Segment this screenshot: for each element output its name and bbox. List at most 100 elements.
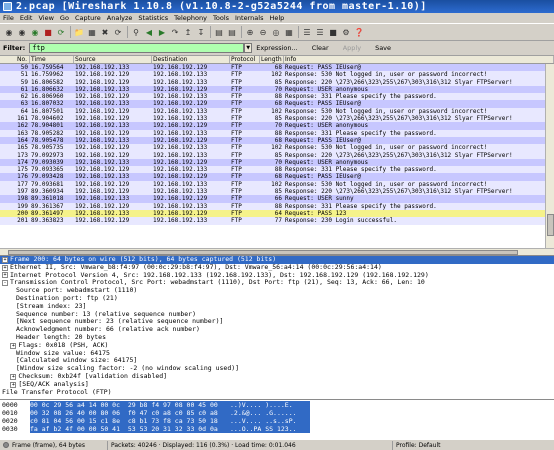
restart-capture-icon[interactable]: ⟳: [55, 26, 67, 38]
open-file-icon[interactable]: 📁: [73, 26, 85, 38]
menu-analyze[interactable]: Analyze: [107, 14, 133, 22]
detail-tree-item[interactable]: - Transmission Control Protocol, Src Port…: [0, 279, 554, 287]
menu-view[interactable]: View: [38, 14, 53, 22]
start-capture-icon[interactable]: ◉: [29, 26, 41, 38]
packet-row[interactable]: 162 78.904801 192.168.192.133 192.168.192.1…: [0, 122, 554, 130]
packet-row[interactable]: 198 89.361018 192.168.192.133 192.168.192.1…: [0, 195, 554, 203]
packet-row[interactable]: 174 79.093039 192.168.192.133 192.168.192.1…: [0, 158, 554, 167]
help-icon[interactable]: ❓: [353, 26, 365, 38]
packet-row[interactable]: 176 79.093428 192.168.192.133 192.168.192.1…: [0, 173, 554, 181]
detail-tree-item[interactable]: + Flags: 0x018 (PSH, ACK): [0, 342, 554, 350]
detail-tree-item[interactable]: [Next sequence number: 23 (relative sequ…: [0, 318, 554, 326]
column-header-time[interactable]: Time: [30, 56, 74, 63]
hex-bytes[interactable]: c0 81 04 56 00 15 c1 8e c8 b1 73 f8 ca 7…: [30, 417, 230, 425]
clear-button[interactable]: Clear: [312, 44, 329, 52]
expand-icon[interactable]: +: [2, 272, 8, 279]
menu-tools[interactable]: Tools: [213, 14, 229, 22]
menu-edit[interactable]: Edit: [20, 14, 33, 22]
menu-capture[interactable]: Capture: [75, 14, 101, 22]
hex-ascii[interactable]: ...V.... ..s..sP.: [230, 417, 310, 425]
zoom-normal-icon[interactable]: ◎: [270, 26, 282, 38]
detail-tree-item[interactable]: File Transfer Protocol (FTP): [0, 389, 554, 397]
autoscroll-icon[interactable]: ▤: [226, 26, 238, 38]
preferences-icon[interactable]: ⚙: [340, 26, 352, 38]
hex-bytes[interactable]: fa af b2 4f 00 00 50 41 53 53 20 31 32 3…: [30, 425, 230, 433]
detail-tree-item[interactable]: + Checksum: 0xb24f [validation disabled]: [0, 373, 554, 381]
hex-bytes[interactable]: 00 32 08 26 40 00 80 06 f0 47 c0 a8 c0 8…: [30, 409, 230, 417]
hex-offset[interactable]: 0030: [0, 425, 30, 433]
packet-row[interactable]: 165 78.905735 192.168.192.129 192.168.192.1…: [0, 144, 554, 152]
column-header-length[interactable]: Length: [260, 56, 284, 63]
detail-tree-item[interactable]: Destination port: ftp (21): [0, 295, 554, 303]
expand-icon[interactable]: +: [10, 342, 17, 349]
detail-tree-item[interactable]: + Ethernet II, Src: Vmware_b8:f4:97 (00:0…: [0, 264, 554, 272]
hex-ascii[interactable]: ..)V.... )....E.: [230, 401, 310, 409]
zoom-out-icon[interactable]: ⊖: [257, 26, 269, 38]
hex-offset[interactable]: 0000: [0, 401, 30, 409]
detail-tree-item[interactable]: + [SEQ/ACK analysis]: [0, 381, 554, 389]
go-forward-icon[interactable]: ▶: [156, 26, 168, 38]
status-profile[interactable]: Profile: Default: [393, 441, 554, 450]
column-header-info[interactable]: Info: [284, 56, 554, 63]
detail-tree-item[interactable]: Header length: 20 bytes: [0, 334, 554, 342]
packet-row[interactable]: 177 79.093681 192.168.192.129 192.168.192.1…: [0, 180, 554, 189]
packet-row[interactable]: 64 16.807501 192.168.192.129 192.168.192.13…: [0, 107, 554, 116]
packet-row[interactable]: 61 16.806632 192.168.192.133 192.168.192.12…: [0, 85, 554, 94]
hex-ascii[interactable]: ...O..PA SS 123..: [230, 425, 310, 433]
scrollbar-thumb[interactable]: [547, 214, 554, 236]
detail-tree-item[interactable]: [Calculated window size: 64175]: [0, 357, 554, 365]
expand-icon[interactable]: +: [2, 264, 8, 271]
packet-row[interactable]: 50 16.759564 192.168.192.133 192.168.192.12…: [0, 64, 554, 72]
zoom-in-icon[interactable]: ⊕: [244, 26, 256, 38]
packet-row[interactable]: 62 16.806960 192.168.192.129 192.168.192.13…: [0, 93, 554, 101]
hex-offset[interactable]: 0020: [0, 417, 30, 425]
expand-icon[interactable]: +: [10, 373, 17, 380]
column-header-no[interactable]: No.: [0, 56, 30, 63]
packet-row[interactable]: 59 16.806582 192.168.192.129 192.168.192.13…: [0, 78, 554, 86]
expand-icon[interactable]: +: [10, 381, 17, 388]
packet-row[interactable]: 201 89.363823 192.168.192.129 192.168.192.1…: [0, 217, 554, 225]
packet-row[interactable]: 63 16.807032 192.168.192.133 192.168.192.12…: [0, 100, 554, 108]
go-last-icon[interactable]: ↧: [195, 26, 207, 38]
collapse-icon[interactable]: -: [2, 280, 8, 287]
apply-button[interactable]: Apply: [343, 44, 361, 52]
coloring-rules-icon[interactable]: ■: [327, 26, 339, 38]
hex-offset[interactable]: 0010: [0, 409, 30, 417]
packet-row[interactable]: 173 79.092973 192.168.192.129 192.168.192.1…: [0, 151, 554, 159]
close-file-icon[interactable]: ✖: [99, 26, 111, 38]
detail-tree-item[interactable]: Sequence number: 13 (relative sequence n…: [0, 311, 554, 319]
packet-row[interactable]: 175 79.093365 192.168.192.129 192.168.192.1…: [0, 166, 554, 174]
packet-row[interactable]: 164 78.905478 192.168.192.133 192.168.192.1…: [0, 136, 554, 145]
find-packet-icon[interactable]: ⚲: [130, 26, 142, 38]
detail-tree-item[interactable]: [Stream index: 23]: [0, 303, 554, 311]
expert-info-icon[interactable]: [3, 442, 9, 448]
detail-tree-item[interactable]: Window size value: 64175: [0, 350, 554, 358]
detail-tree-item[interactable]: [Window size scaling factor: -2 (no wind…: [0, 365, 554, 373]
scrollbar-thumb[interactable]: [8, 250, 518, 255]
column-header-destination[interactable]: Destination: [152, 56, 230, 63]
go-to-packet-icon[interactable]: ↷: [169, 26, 181, 38]
detail-tree-item[interactable]: Acknowledgment number: 66 (relative ack …: [0, 326, 554, 334]
options-icon[interactable]: ◉: [16, 26, 28, 38]
expand-icon[interactable]: +: [2, 256, 8, 263]
column-header-source[interactable]: Source: [74, 56, 152, 63]
detail-tree-item[interactable]: Source port: webadmstart (1110): [0, 287, 554, 295]
hex-bytes[interactable]: 00 0c 29 56 a4 14 00 0c 29 b8 f4 97 08 0…: [30, 401, 230, 409]
menu-help[interactable]: Help: [269, 14, 284, 22]
go-back-icon[interactable]: ◀: [143, 26, 155, 38]
capture-filters-icon[interactable]: ☰: [301, 26, 313, 38]
stop-capture-icon[interactable]: ■: [42, 26, 54, 38]
hex-ascii[interactable]: .2.&@... .G......: [230, 409, 310, 417]
detail-tree-item[interactable]: + Frame 200: 64 bytes on wire (512 bits),…: [0, 256, 554, 264]
menu-statistics[interactable]: Statistics: [138, 14, 168, 22]
go-first-icon[interactable]: ↥: [182, 26, 194, 38]
menu-internals[interactable]: Internals: [235, 14, 263, 22]
display-filters-icon[interactable]: ☰: [314, 26, 326, 38]
save-file-icon[interactable]: ▦: [86, 26, 98, 38]
menu-telephony[interactable]: Telephony: [174, 14, 207, 22]
packet-row[interactable]: 161 78.904602 192.168.192.129 192.168.192.1…: [0, 115, 554, 123]
packet-row[interactable]: 51 16.759962 192.168.192.129 192.168.192.13…: [0, 71, 554, 79]
packet-row[interactable]: 197 89.360934 192.168.192.129 192.168.192.1…: [0, 188, 554, 196]
reload-icon[interactable]: ⟳: [112, 26, 124, 38]
packet-row[interactable]: 200 89.361497 192.168.192.133 192.168.192.1…: [0, 209, 554, 218]
